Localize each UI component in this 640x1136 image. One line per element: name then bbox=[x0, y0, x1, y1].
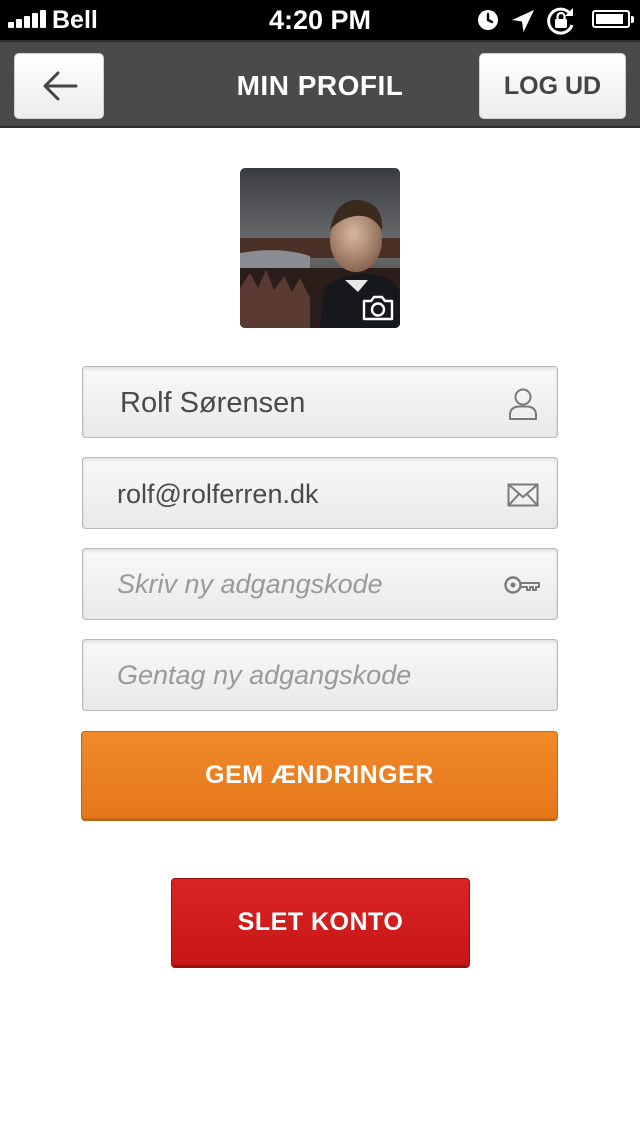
new-password-field[interactable]: Skriv ny adgangskode bbox=[82, 548, 558, 620]
back-button[interactable] bbox=[14, 53, 104, 119]
alarm-icon bbox=[478, 10, 498, 30]
user-icon bbox=[509, 388, 537, 420]
key-icon bbox=[504, 576, 540, 594]
arrow-left-icon bbox=[43, 71, 78, 101]
location-icon bbox=[512, 10, 534, 32]
nav-bar: MIN PROFIL LOG UD bbox=[0, 40, 640, 128]
repeat-password-field[interactable]: Gentag ny adgangskode bbox=[82, 639, 558, 711]
delete-account-button[interactable]: SLET KONTO bbox=[171, 878, 470, 966]
status-bar: Bell 4:20 PM bbox=[0, 0, 640, 40]
rotation-lock-icon bbox=[547, 7, 574, 35]
logout-button[interactable]: LOG UD bbox=[479, 53, 626, 119]
new-password-placeholder: Skriv ny adgangskode bbox=[117, 569, 383, 599]
save-changes-button[interactable]: GEM ÆNDRINGER bbox=[81, 731, 558, 819]
avatar[interactable] bbox=[240, 168, 400, 328]
battery-icon bbox=[592, 10, 634, 28]
mail-icon bbox=[507, 483, 539, 507]
email-value: rolf@rolferren.dk bbox=[117, 479, 319, 509]
email-field[interactable]: rolf@rolferren.dk bbox=[82, 457, 558, 529]
name-field[interactable]: Rolf Sørensen bbox=[82, 366, 558, 438]
camera-icon[interactable] bbox=[361, 294, 395, 322]
name-value: Rolf Sørensen bbox=[120, 387, 306, 419]
repeat-password-placeholder: Gentag ny adgangskode bbox=[117, 660, 412, 690]
